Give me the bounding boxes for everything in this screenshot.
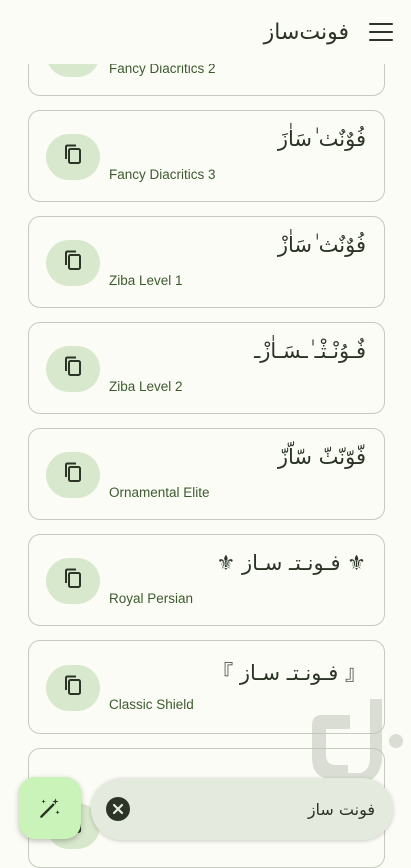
copy-button[interactable] [46,452,100,498]
style-name: Ziba Level 2 [109,379,183,394]
magic-wand-button[interactable] [19,777,81,839]
copy-button[interactable] [46,134,100,180]
style-name: Ziba Level 1 [109,273,183,288]
copy-icon [63,250,83,276]
clear-icon[interactable] [106,797,130,821]
copy-icon [63,462,83,488]
style-name: Royal Persian [109,591,194,606]
font-style-card[interactable]: فُوٌنٌٺ ٰسَاٰزَ Fancy Diacritics 3 [28,110,385,202]
search-bar [91,778,393,840]
style-name: Classic Shield [109,697,194,712]
copy-icon [63,675,83,701]
fancy-text: ⚜ فـونـتـ سـاز ⚜ [216,551,367,575]
fancy-text: فُوٌنٌٺ ٰسَاٰزَ [277,127,366,151]
copy-icon [63,144,83,170]
copy-button[interactable] [46,665,100,711]
fancy-text: فُوٌنٌث ٰسَاٰزْ [277,233,366,257]
copy-button[interactable] [46,346,100,392]
font-style-card[interactable]: فّوّنّٺّ سّاّزّ Ornamental Elite [28,428,385,520]
app-title: فونت‌ساز [263,19,349,45]
menu-icon[interactable] [369,20,393,44]
font-style-card[interactable]: ⚜ فـونـتـ سـاز ⚜ Royal Persian [28,534,385,626]
style-name: Ornamental Elite [109,485,210,500]
top-app-bar: فونت‌ساز [0,0,411,64]
magic-wand-icon [40,798,60,818]
font-style-card[interactable]: فٌـوُنْـثْـ ٰـسَـاٰزْـ Ziba Level 2 [28,322,385,414]
copy-icon [63,568,83,594]
copy-button[interactable] [46,240,100,286]
search-input[interactable] [155,797,375,821]
copy-button[interactable] [46,558,100,604]
copy-icon [63,356,83,382]
style-name: Fancy Diacritics 3 [109,167,216,182]
fancy-text: فٌـوُنْـثْـ ٰـسَـاٰزْـ [254,339,366,363]
font-style-card[interactable]: فُوٌنٌث ٰسَاٰزْ Ziba Level 1 [28,216,385,308]
fancy-text: فّوّنّٺّ سّاّزّ [277,445,366,469]
fancy-text: 『 فـونـتـ سـاز 』 [212,661,366,685]
